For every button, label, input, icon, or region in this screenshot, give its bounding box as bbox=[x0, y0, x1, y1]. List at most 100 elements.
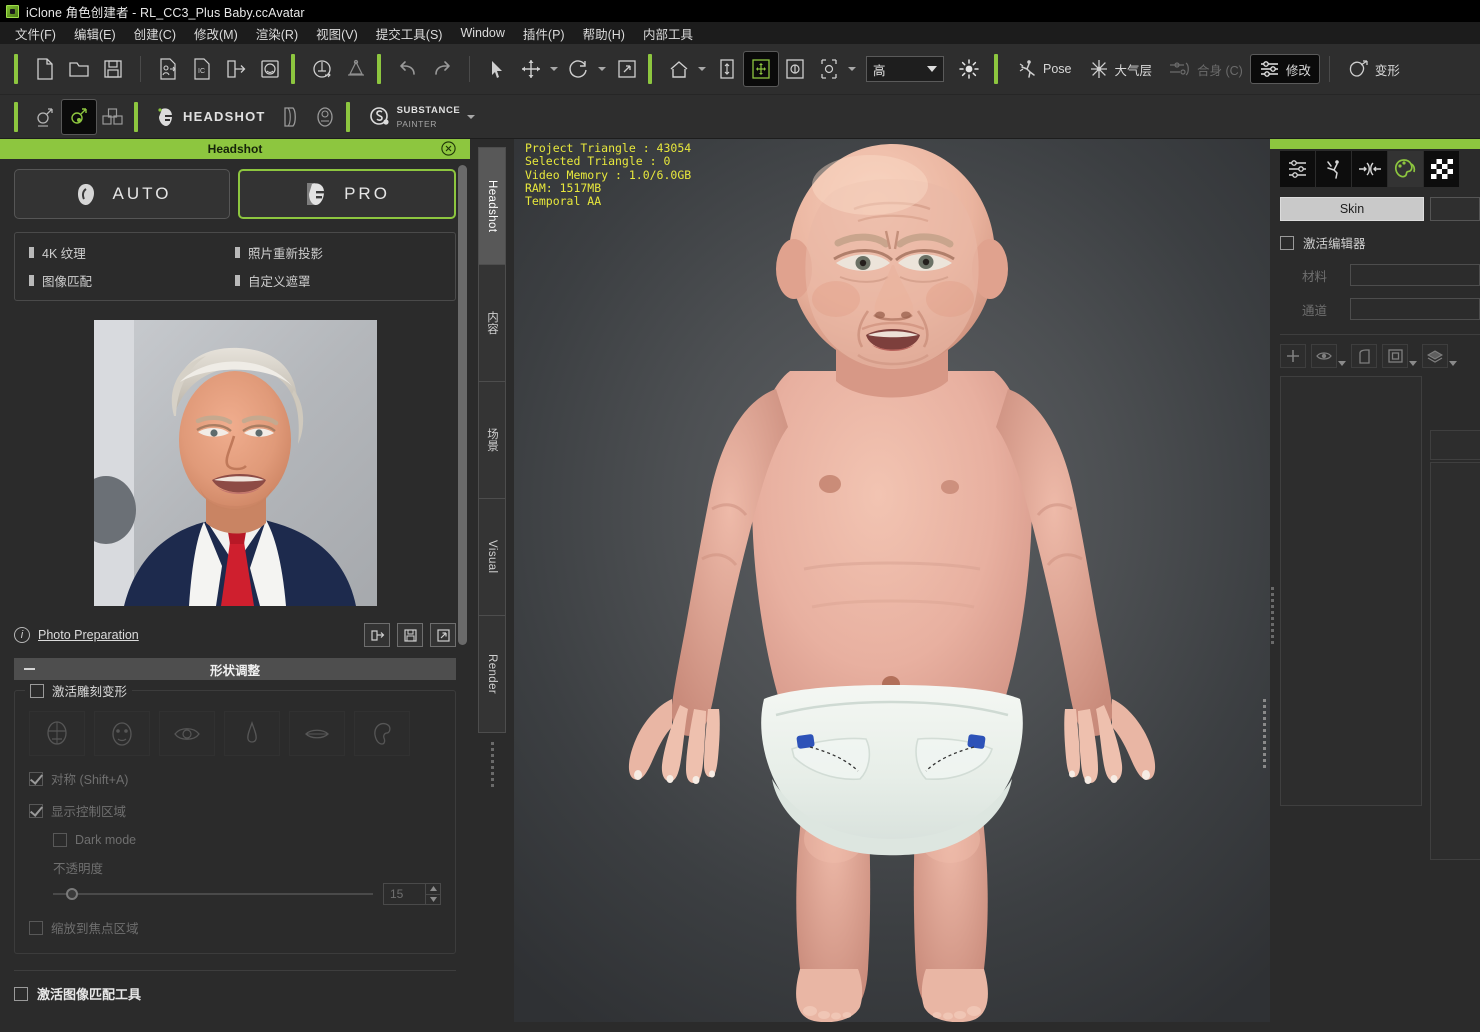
close-icon[interactable] bbox=[441, 141, 456, 156]
menu-item-create[interactable]: 创建(C) bbox=[125, 22, 185, 45]
opacity-slider-knob[interactable] bbox=[65, 888, 78, 900]
image-match-tool-checkbox[interactable] bbox=[14, 986, 28, 1001]
source-photo[interactable] bbox=[87, 314, 383, 612]
right-panel-resize-handle[interactable] bbox=[1271, 587, 1274, 644]
save-disk-icon[interactable] bbox=[96, 52, 130, 86]
menu-item-plugins[interactable]: 插件(P) bbox=[514, 22, 574, 45]
tab-pose-stance-icon[interactable] bbox=[1316, 151, 1352, 187]
activate-editor-checkbox[interactable] bbox=[1280, 235, 1294, 250]
tab-visual[interactable]: Visual bbox=[478, 498, 506, 616]
stepper-down-icon[interactable] bbox=[426, 895, 440, 905]
atmosphere-button[interactable]: 大气层 bbox=[1080, 54, 1161, 84]
opacity-slider[interactable] bbox=[53, 888, 373, 900]
opacity-stepper-arrows[interactable] bbox=[425, 884, 440, 904]
menu-item-modify[interactable]: 修改(M) bbox=[185, 22, 247, 45]
move-tool-icon[interactable] bbox=[514, 52, 548, 86]
layer-list[interactable] bbox=[1280, 376, 1422, 806]
substance-painter-button[interactable]: SUBSTANCE PAINTER bbox=[360, 99, 488, 133]
blend-layer-icon[interactable] bbox=[1422, 344, 1448, 368]
rotate-tool-icon[interactable] bbox=[562, 52, 596, 86]
tab-scene[interactable]: 场景 bbox=[478, 381, 506, 499]
left-panel-scrollbar[interactable] bbox=[458, 165, 467, 1016]
save-photo-icon[interactable] bbox=[397, 623, 423, 647]
ear-sculpt-icon[interactable] bbox=[354, 711, 410, 756]
substance-chevron-down-icon[interactable] bbox=[467, 114, 476, 119]
props-cubes-icon[interactable] bbox=[96, 100, 130, 134]
headshot-button[interactable]: HEADSHOT bbox=[148, 101, 274, 133]
open-external-icon[interactable] bbox=[430, 623, 456, 647]
fit-vertical-icon[interactable] bbox=[710, 52, 744, 86]
menu-item-submit[interactable]: 提交工具(S) bbox=[367, 22, 452, 45]
quality-chevron-down-icon[interactable] bbox=[927, 66, 937, 72]
pivot-icon[interactable] bbox=[778, 52, 812, 86]
tab-checker-texture-icon[interactable] bbox=[1424, 151, 1460, 187]
visibility-eye-icon[interactable] bbox=[1311, 344, 1337, 368]
activate-sculpt-checkbox[interactable] bbox=[30, 683, 44, 698]
menu-item-view[interactable]: 视图(V) bbox=[307, 22, 367, 45]
bounding-box-chevron-down-icon[interactable] bbox=[848, 67, 856, 71]
undo-icon[interactable] bbox=[391, 52, 425, 86]
nose-sculpt-icon[interactable] bbox=[224, 711, 280, 756]
tab-sliders-icon[interactable] bbox=[1280, 151, 1316, 187]
load-photo-icon[interactable] bbox=[364, 623, 390, 647]
morph-button[interactable]: 变形 bbox=[1340, 54, 1408, 84]
menu-item-window[interactable]: Window bbox=[451, 24, 513, 42]
new-document-icon[interactable] bbox=[28, 52, 62, 86]
menu-item-help[interactable]: 帮助(H) bbox=[574, 22, 634, 45]
tab-headshot[interactable]: Headshot bbox=[478, 147, 506, 265]
home-view-icon[interactable] bbox=[662, 52, 696, 86]
open-folder-icon[interactable] bbox=[62, 52, 96, 86]
sun-light-icon[interactable] bbox=[952, 52, 986, 86]
info-circle-icon[interactable]: i bbox=[14, 627, 30, 643]
mask-chevron-down-icon[interactable] bbox=[1409, 361, 1417, 366]
redo-icon[interactable] bbox=[425, 52, 459, 86]
visibility-chevron-down-icon[interactable] bbox=[1338, 361, 1346, 366]
hair-mesh-icon[interactable] bbox=[339, 52, 373, 86]
symmetry-checkbox[interactable] bbox=[29, 771, 43, 786]
auto-mode-button[interactable]: AUTO bbox=[14, 169, 230, 219]
export-icon[interactable] bbox=[219, 52, 253, 86]
layer-side-preview[interactable] bbox=[1430, 430, 1480, 460]
head-sculpt-icon[interactable] bbox=[29, 711, 85, 756]
3d-viewport[interactable]: Project Triangle : 43054 Selected Triang… bbox=[514, 139, 1270, 1022]
layer-side-list[interactable] bbox=[1430, 462, 1480, 860]
panel-resize-handle[interactable] bbox=[490, 742, 494, 787]
import-avatar-icon[interactable] bbox=[151, 52, 185, 86]
stepper-up-icon[interactable] bbox=[426, 884, 440, 895]
shape-adjust-section-header[interactable]: 形状调整 bbox=[14, 658, 456, 680]
photo-preparation-link[interactable]: Photo Preparation bbox=[38, 628, 139, 642]
frame-all-icon[interactable] bbox=[743, 51, 779, 87]
mask-layer-icon[interactable] bbox=[1382, 344, 1408, 368]
left-panel-scrollbar-thumb[interactable] bbox=[458, 165, 467, 645]
menu-item-edit[interactable]: 编辑(E) bbox=[65, 22, 125, 45]
pro-mode-button[interactable]: PRO bbox=[238, 169, 456, 219]
minus-icon[interactable] bbox=[24, 668, 35, 670]
add-layer-icon[interactable] bbox=[1280, 344, 1306, 368]
avatar-gender-icon[interactable] bbox=[28, 100, 62, 134]
mouth-sculpt-icon[interactable] bbox=[289, 711, 345, 756]
blend-chevron-down-icon[interactable] bbox=[1449, 361, 1457, 366]
move-tool-chevron-down-icon[interactable] bbox=[550, 67, 558, 71]
import-iclone-icon[interactable]: IC bbox=[185, 52, 219, 86]
scale-tool-icon[interactable] bbox=[610, 52, 644, 86]
avatar-edit-icon[interactable] bbox=[61, 98, 97, 135]
select-cursor-icon[interactable] bbox=[480, 52, 514, 86]
home-view-chevron-down-icon[interactable] bbox=[698, 67, 706, 71]
round-trip-icon[interactable] bbox=[253, 52, 287, 86]
duplicate-layer-icon[interactable] bbox=[1351, 344, 1377, 368]
tab-render[interactable]: Render bbox=[478, 615, 506, 733]
tab-collision-icon[interactable] bbox=[1352, 151, 1388, 187]
zoom-focus-checkbox[interactable] bbox=[29, 920, 43, 935]
material-input[interactable] bbox=[1350, 264, 1480, 286]
skingen-icon[interactable] bbox=[274, 100, 308, 134]
tab-skingen-palette-icon[interactable] bbox=[1388, 151, 1424, 187]
opacity-stepper[interactable]: 15 bbox=[383, 883, 441, 905]
show-control-zone-checkbox[interactable] bbox=[29, 803, 43, 818]
modify-button[interactable]: 修改 bbox=[1249, 54, 1320, 84]
tab-content[interactable]: 内容 bbox=[478, 264, 506, 382]
pose-button[interactable]: Pose bbox=[1008, 54, 1080, 84]
sphere-modify-icon[interactable] bbox=[305, 52, 339, 86]
eye-sculpt-icon[interactable] bbox=[159, 711, 215, 756]
viewport-resize-handle[interactable] bbox=[1263, 699, 1266, 768]
dark-mode-checkbox[interactable] bbox=[53, 833, 67, 847]
